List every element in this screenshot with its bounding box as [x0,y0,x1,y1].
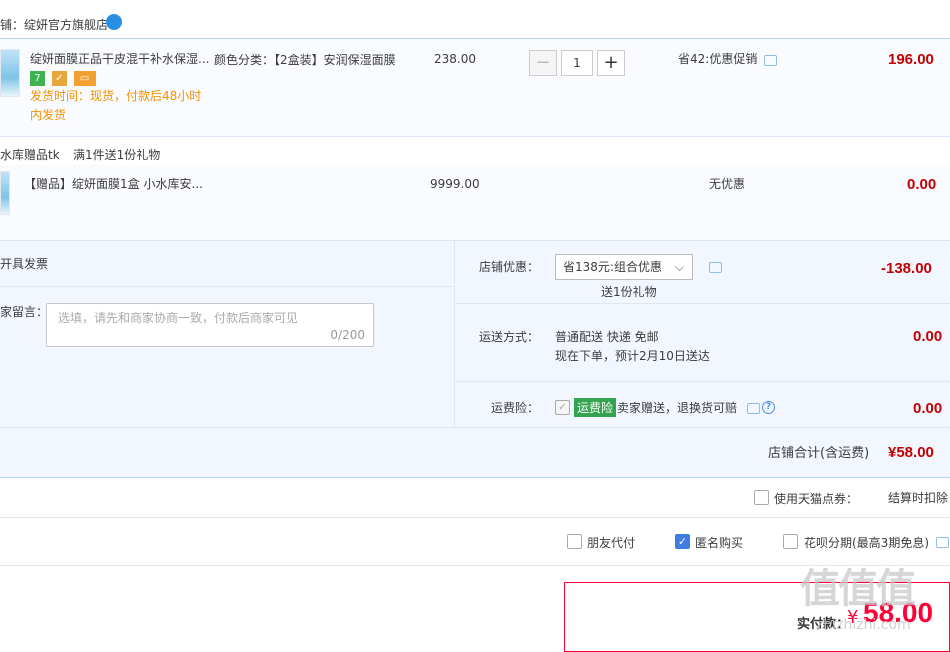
shipping-amount: 0.00 [913,328,943,345]
seven-day-return-icon: 7 [30,71,45,86]
cart-item-row: 绽妍面膜正品干皮混干补水保湿... 7 ✓ ▭ 发货时间：现货，付款后48小时内… [0,38,950,136]
insurance-desc: 卖家赠送，退换货可赔 [617,401,738,415]
product-thumbnail[interactable] [0,49,20,97]
insurance-info-icon[interactable] [747,403,760,414]
help-icon[interactable]: ? [762,401,775,414]
gift-promo: 无优惠 [709,177,746,191]
shipping-method: 普通配送 快递 免邮 [555,330,659,344]
divider [0,286,454,287]
friend-pay-label[interactable]: 朋友代付 [587,535,635,551]
gift-thumbnail[interactable] [0,171,10,215]
tmall-points-checkbox[interactable] [754,490,769,505]
insurance-label: 运费险： [491,401,540,415]
insurance-tag: 运费险 [574,398,617,417]
chevron-down-icon: ⌵ [674,260,684,274]
promo-text: 省42:优惠促销 [678,52,758,66]
store-discount-label: 店铺优惠： [479,260,540,274]
message-label: 家留言： [0,305,49,319]
invoice-label[interactable]: 开具发票 [0,256,48,272]
quantity-stepper[interactable]: − 1 + [529,50,625,76]
store-total-label: 店铺合计(含运费) [768,446,870,461]
divider [455,303,950,304]
credit-card-icon: ▭ [73,71,96,86]
tmall-points-note: 结算时扣除 [888,491,949,505]
gift-rule: 满1件送1份礼物 [73,148,161,162]
promo-info-icon[interactable] [764,55,777,66]
friend-pay-checkbox[interactable] [567,534,582,549]
product-title[interactable]: 绽妍面膜正品干皮混干补水保湿... [30,51,210,67]
store-name[interactable]: 铺：绽妍官方旗舰店 [0,16,108,33]
gift-item-row: 【赠品】绽妍面膜1盒 小水库安... 9999.00 无优惠 0.00 [0,165,950,241]
gift-title[interactable]: 【赠品】绽妍面膜1盒 小水库安... [24,176,203,192]
quantity-input[interactable]: 1 [561,50,593,76]
store-discount-value: 省138元:组合优惠 [563,260,662,274]
huabei-label[interactable]: 花呗分期(最高3期免息) [804,535,929,551]
discount-info-icon[interactable] [709,262,722,273]
gift-header: 水库赠品tk [0,148,60,162]
insurance-amount: 0.00 [913,400,943,417]
store-discount-amount: -138.00 [881,260,932,277]
tmall-points-row: 使用天猫点券： 结算时扣除 [0,478,950,518]
watermark-url: zhizhizhi.com [816,617,911,633]
ship-time-note: 发货时间：现货，付款后48小时内发货 [30,89,202,122]
order-summary: 开具发票 家留言： 选填，请先和商家协商一致，付款后商家可见 0/200 店铺优… [0,240,950,478]
shipping-eta: 现在下单，预计2月10日送达 [555,349,710,363]
insurance-checkbox[interactable]: ✓ [555,400,570,415]
shipping-label: 运送方式： [479,330,540,344]
gift-section: 水库赠品tk 满1件送1份礼物 【赠品】绽妍面膜1盒 小水库安... 9999.… [0,136,950,241]
wangwang-chat-icon[interactable] [106,14,122,30]
item-subtotal: 196.00 [888,51,934,68]
store-discount-select[interactable]: 省138元:组合优惠 ⌵ [555,254,693,280]
message-counter: 0/200 [330,328,365,342]
huabei-checkbox[interactable] [783,534,798,549]
store-discount-gift: 送1份礼物 [601,285,657,299]
summary-right-panel: 店铺优惠： 省138元:组合优惠 ⌵ 送1份礼物 -138.00 运送方式： 普… [454,241,950,427]
divider [455,381,950,382]
anonymous-label[interactable]: 匿名购买 [695,535,743,551]
increase-quantity-button[interactable]: + [597,50,625,76]
anonymous-checkbox[interactable]: ✓ [675,534,690,549]
gift-subtotal: 0.00 [907,176,937,193]
message-placeholder: 选填，请先和商家协商一致，付款后商家可见 [58,311,299,325]
decrease-quantity-button[interactable]: − [529,50,557,76]
unit-price: 238.00 [434,52,476,66]
message-textarea[interactable]: 选填，请先和商家协商一致，付款后商家可见 0/200 [46,303,374,347]
store-header: 铺：绽妍官方旗舰店 [0,0,950,40]
sku-info: 颜色分类：【2盒装】安润保湿面膜 [214,53,396,67]
gift-price: 9999.00 [430,177,480,191]
divider [0,427,950,428]
huabei-info-icon[interactable] [936,537,949,548]
watermark: 值值值 [800,566,916,612]
store-total-value: ¥58.00 [888,444,934,461]
tmall-points-label: 使用天猫点券： [774,492,859,506]
service-guarantee-icon: ✓ [51,71,67,86]
product-badges: 7 ✓ ▭ [30,70,99,86]
